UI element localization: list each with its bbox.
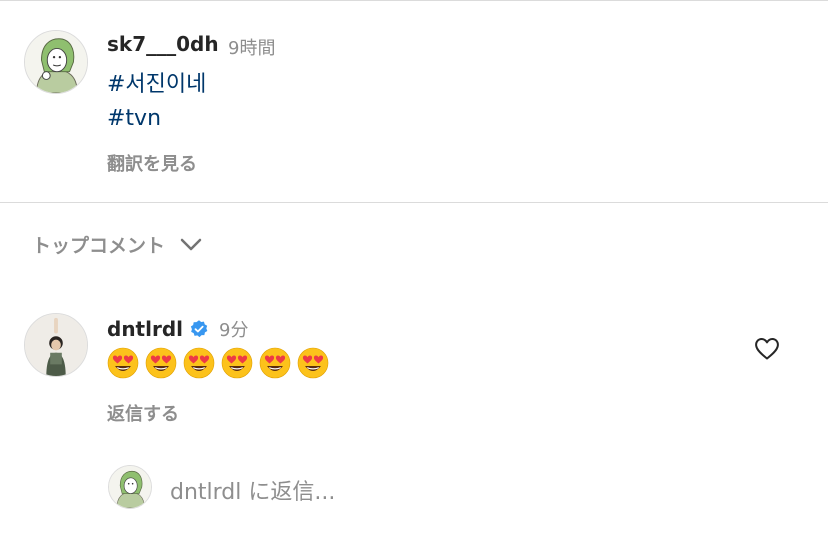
see-translation-link[interactable]: 翻訳を見る: [107, 150, 197, 176]
section-divider: [0, 202, 828, 203]
hashtag-tvn[interactable]: #tvn: [107, 106, 161, 131]
heart-eyes-emoji: [259, 347, 291, 379]
comment-sort-label: トップコメント: [32, 235, 166, 257]
comment-header: dntlrdl 9分: [107, 316, 248, 342]
heart-eyes-emoji: [221, 347, 253, 379]
commenter-avatar[interactable]: [24, 313, 88, 377]
avatar-photo-icon: [25, 314, 87, 376]
heart-eyes-emoji: [297, 347, 329, 379]
avatar-illustration-icon: [109, 466, 151, 508]
top-border: [0, 0, 828, 1]
comment-time: 9分: [219, 320, 249, 341]
post-username[interactable]: sk7___0dh: [107, 32, 219, 56]
heart-eyes-emoji: [183, 347, 215, 379]
verified-badge-icon: [190, 320, 208, 338]
comment-sort-dropdown[interactable]: トップコメント: [32, 231, 203, 258]
post-time: 9時間: [228, 38, 276, 59]
reply-button[interactable]: 返信する: [107, 400, 179, 426]
current-user-avatar: [108, 465, 152, 509]
avatar-illustration-icon: [25, 31, 87, 93]
comment-emoji-row: [107, 347, 335, 379]
post-author-avatar[interactable]: [24, 30, 88, 94]
hashtag-seojin[interactable]: #서진이네: [107, 66, 206, 98]
heart-outline-icon: [755, 338, 779, 360]
reply-input[interactable]: dntlrdl に返信...: [170, 474, 335, 506]
heart-eyes-emoji: [145, 347, 177, 379]
like-button[interactable]: [754, 337, 780, 365]
chevron-down-icon: [180, 238, 202, 250]
commenter-username[interactable]: dntlrdl: [107, 317, 183, 341]
heart-eyes-emoji: [107, 347, 139, 379]
